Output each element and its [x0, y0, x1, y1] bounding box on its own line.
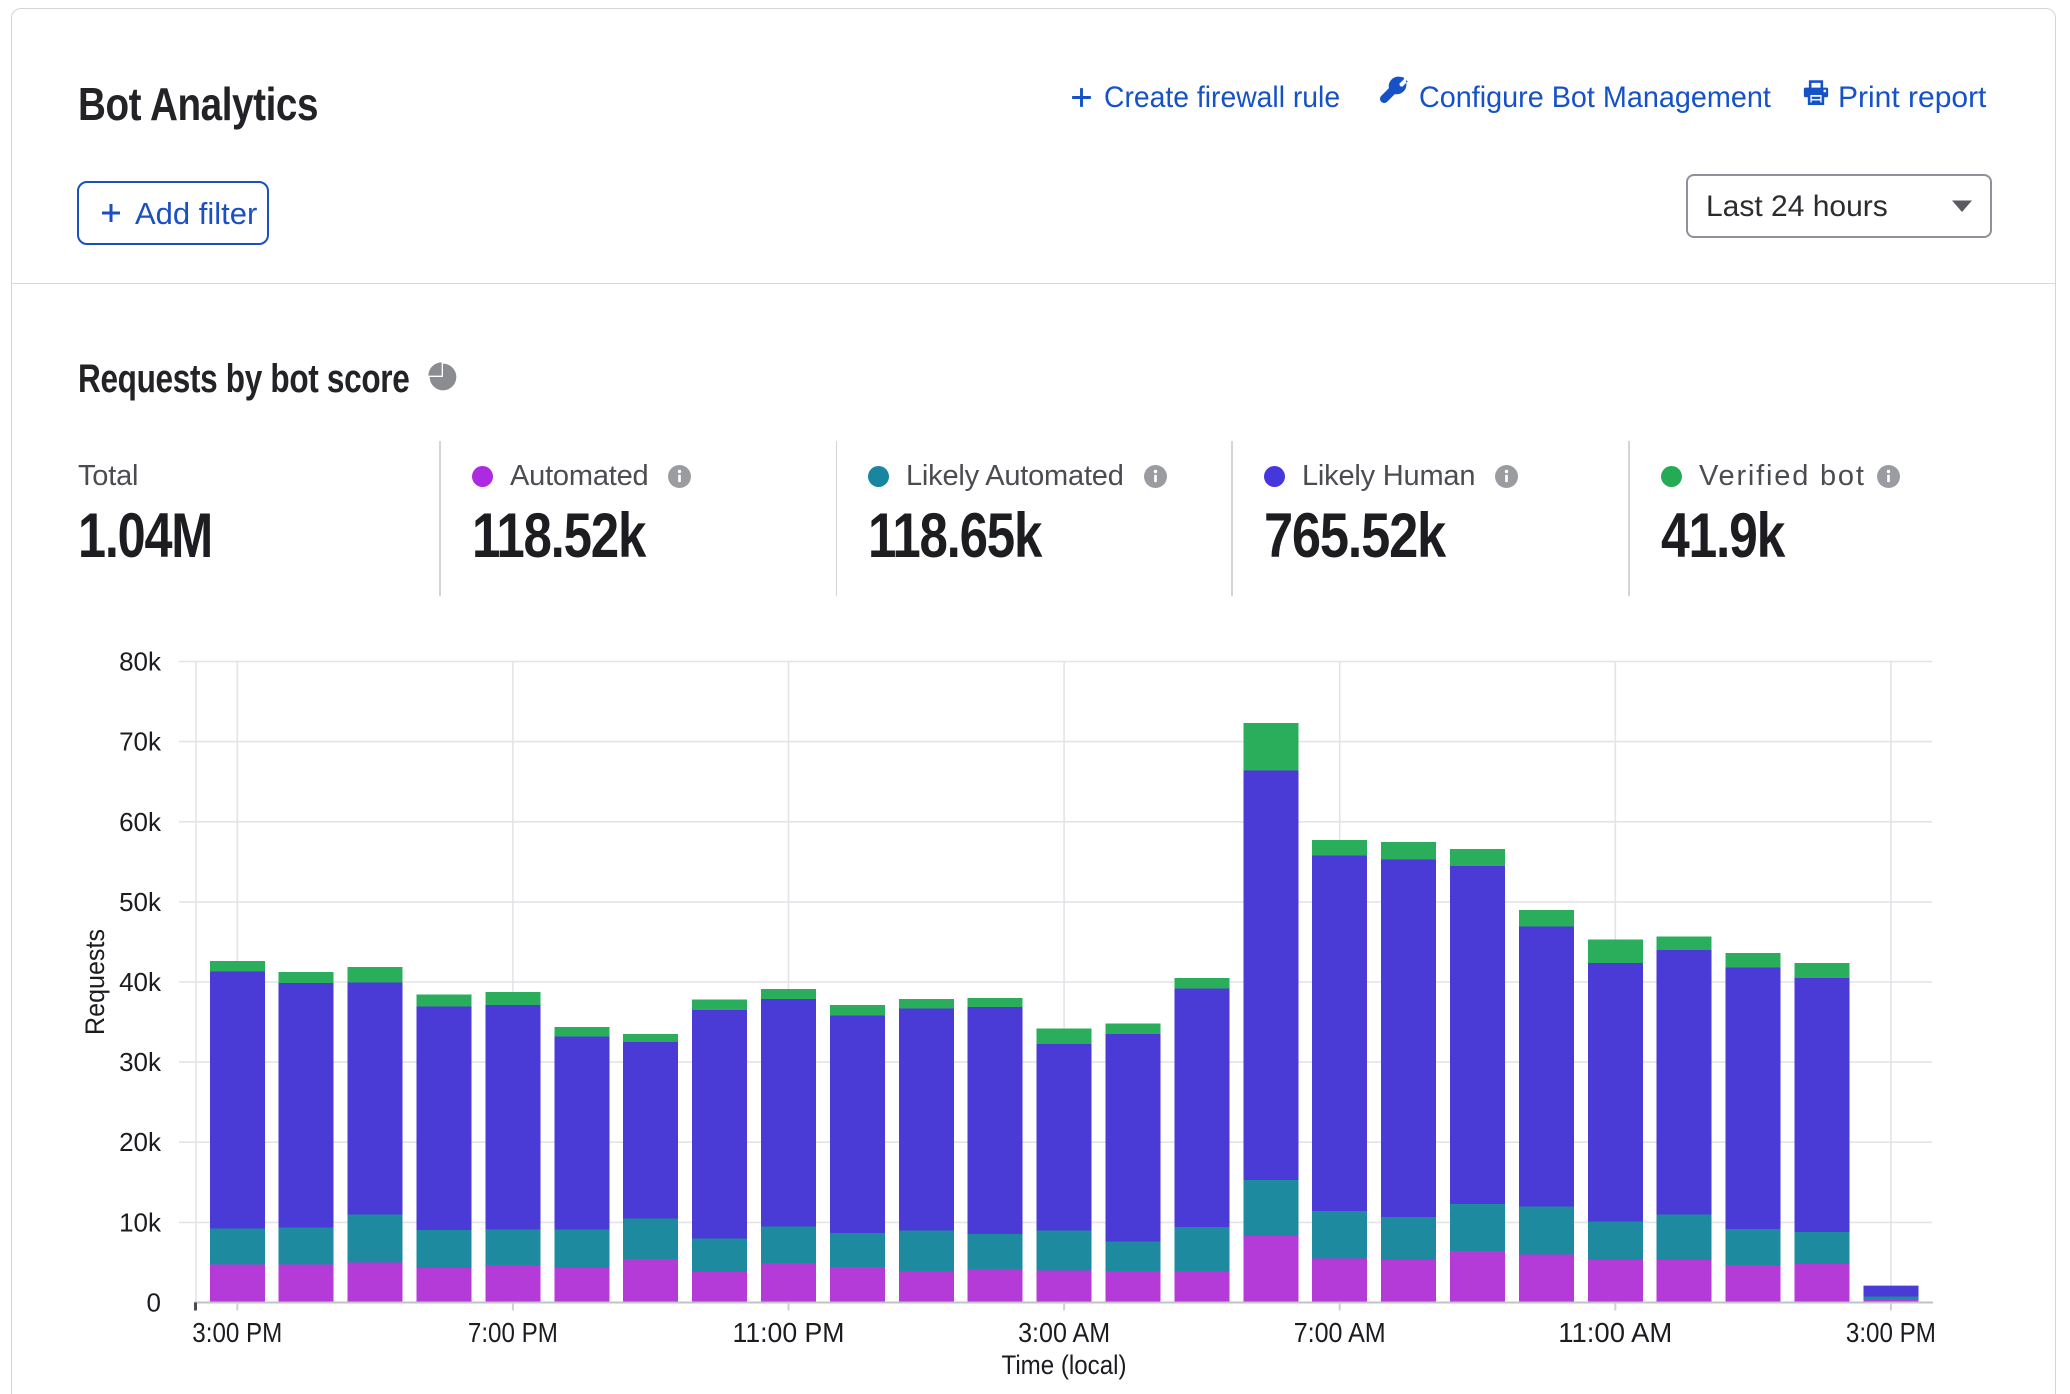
svg-text:50k: 50k: [119, 887, 162, 917]
svg-text:3:00 PM: 3:00 PM: [192, 1317, 282, 1348]
svg-text:40k: 40k: [119, 967, 162, 997]
svg-text:11:00 AM: 11:00 AM: [1558, 1317, 1672, 1348]
svg-text:60k: 60k: [119, 807, 162, 837]
svg-text:Time (local): Time (local): [1002, 1350, 1127, 1380]
svg-text:3:00 AM: 3:00 AM: [1018, 1317, 1110, 1348]
svg-text:0: 0: [147, 1288, 161, 1318]
svg-text:3:00 PM: 3:00 PM: [1846, 1317, 1936, 1348]
svg-text:20k: 20k: [119, 1127, 162, 1157]
svg-text:70k: 70k: [119, 727, 162, 757]
svg-text:Requests: Requests: [80, 929, 110, 1035]
svg-text:30k: 30k: [119, 1047, 162, 1077]
svg-text:7:00 AM: 7:00 AM: [1294, 1317, 1386, 1348]
svg-text:7:00 PM: 7:00 PM: [468, 1317, 558, 1348]
svg-text:80k: 80k: [119, 647, 162, 677]
svg-text:10k: 10k: [119, 1207, 162, 1237]
svg-text:11:00 PM: 11:00 PM: [733, 1317, 845, 1348]
